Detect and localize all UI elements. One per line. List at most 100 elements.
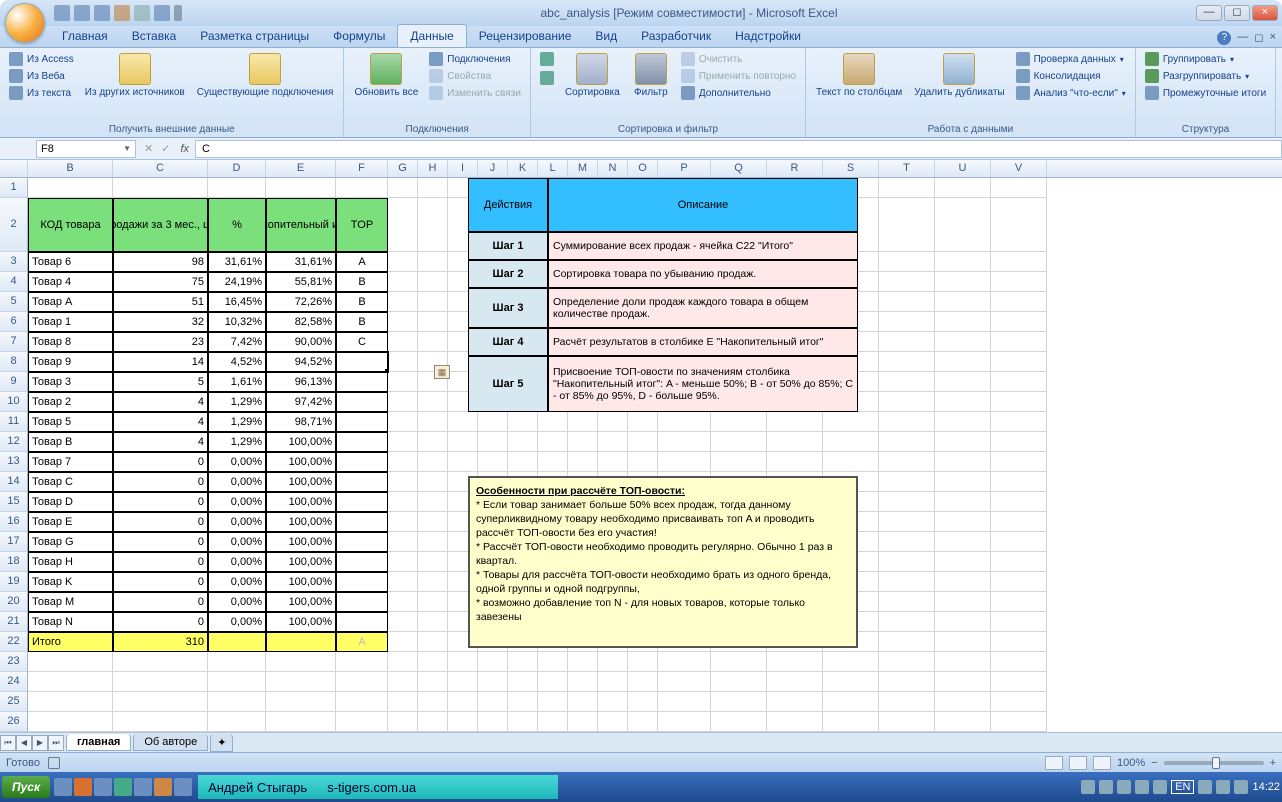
cell[interactable] xyxy=(711,312,767,332)
cell[interactable] xyxy=(28,672,113,692)
cell[interactable] xyxy=(598,632,628,652)
cell[interactable]: 100,00% xyxy=(266,472,336,492)
cell[interactable]: 1,29% xyxy=(208,392,266,412)
row-header[interactable]: 26 xyxy=(0,712,28,732)
cell[interactable] xyxy=(991,252,1047,272)
cell[interactable] xyxy=(538,332,568,352)
cell[interactable] xyxy=(568,452,598,472)
cell[interactable] xyxy=(266,712,336,732)
cell[interactable] xyxy=(478,178,508,198)
cell[interactable] xyxy=(823,178,879,198)
start-button[interactable]: Пуск xyxy=(2,776,50,798)
cell[interactable] xyxy=(336,612,388,632)
cell[interactable]: 1,29% xyxy=(208,432,266,452)
col-O[interactable]: O xyxy=(628,160,658,177)
cell[interactable] xyxy=(568,612,598,632)
doc-restore-icon[interactable]: ◻ xyxy=(1254,31,1263,45)
cell[interactable] xyxy=(336,352,388,372)
cell[interactable] xyxy=(658,352,711,372)
cell[interactable] xyxy=(935,552,991,572)
cell[interactable] xyxy=(336,692,388,712)
cell[interactable] xyxy=(388,292,418,312)
cell[interactable] xyxy=(28,712,113,732)
cancel-icon[interactable]: ✕ xyxy=(140,142,157,155)
cell[interactable] xyxy=(508,512,538,532)
cell[interactable] xyxy=(935,412,991,432)
cell[interactable] xyxy=(448,352,478,372)
remove-dup-button[interactable]: Удалить дубликаты xyxy=(910,51,1008,100)
cell[interactable] xyxy=(991,372,1047,392)
cell[interactable] xyxy=(478,292,508,312)
cell[interactable] xyxy=(658,692,711,712)
cell[interactable] xyxy=(538,392,568,412)
formula-input[interactable]: C xyxy=(195,140,1282,158)
cell[interactable] xyxy=(418,572,448,592)
cell[interactable]: 100,00% xyxy=(266,532,336,552)
cell[interactable] xyxy=(879,292,935,312)
cell[interactable] xyxy=(508,652,538,672)
close-button[interactable]: × xyxy=(1252,5,1278,21)
cell[interactable] xyxy=(266,692,336,712)
cell[interactable] xyxy=(598,572,628,592)
cell[interactable] xyxy=(711,432,767,452)
tray-icon[interactable] xyxy=(1117,780,1131,794)
cell[interactable]: Товар M xyxy=(28,592,113,612)
cell[interactable] xyxy=(823,352,879,372)
cell[interactable] xyxy=(336,452,388,472)
cell[interactable]: Товар N xyxy=(28,612,113,632)
cell[interactable] xyxy=(711,472,767,492)
cell[interactable] xyxy=(568,512,598,532)
cell[interactable] xyxy=(767,272,823,292)
cell[interactable] xyxy=(658,512,711,532)
cell[interactable] xyxy=(388,612,418,632)
cell[interactable] xyxy=(658,712,711,732)
cell[interactable] xyxy=(598,372,628,392)
cell[interactable] xyxy=(991,612,1047,632)
cell[interactable] xyxy=(568,312,598,332)
cell[interactable]: Товар K xyxy=(28,572,113,592)
cell[interactable] xyxy=(448,472,478,492)
cell[interactable] xyxy=(991,392,1047,412)
ungroup-button[interactable]: Разгруппировать▾ xyxy=(1142,68,1269,84)
cell[interactable] xyxy=(658,472,711,492)
sheet-tab-new[interactable]: ✦ xyxy=(210,734,233,752)
cell[interactable] xyxy=(935,472,991,492)
cell[interactable] xyxy=(388,372,418,392)
cell[interactable] xyxy=(628,472,658,492)
cell[interactable] xyxy=(568,432,598,452)
cell[interactable] xyxy=(879,692,935,712)
qat-more-icon[interactable] xyxy=(174,5,182,21)
row-header[interactable]: 6 xyxy=(0,312,28,332)
cell[interactable]: 310 xyxy=(113,632,208,652)
cell[interactable] xyxy=(388,472,418,492)
cell[interactable] xyxy=(598,272,628,292)
cell[interactable]: 0,00% xyxy=(208,452,266,472)
cell[interactable] xyxy=(388,452,418,472)
cell[interactable] xyxy=(418,198,448,252)
col-T[interactable]: T xyxy=(879,160,935,177)
cell[interactable] xyxy=(568,692,598,712)
cell[interactable] xyxy=(823,612,879,632)
cell[interactable] xyxy=(767,312,823,332)
cell[interactable] xyxy=(658,612,711,632)
cell[interactable] xyxy=(879,612,935,632)
cell[interactable] xyxy=(879,592,935,612)
cell[interactable] xyxy=(823,432,879,452)
cell[interactable] xyxy=(478,412,508,432)
ql-icon[interactable] xyxy=(114,778,132,796)
cell[interactable] xyxy=(658,292,711,312)
cell[interactable] xyxy=(935,592,991,612)
cell[interactable] xyxy=(568,532,598,552)
cell[interactable] xyxy=(935,652,991,672)
cell[interactable] xyxy=(658,432,711,452)
from-access-button[interactable]: Из Access xyxy=(6,51,77,67)
cell[interactable] xyxy=(598,512,628,532)
cell[interactable] xyxy=(388,178,418,198)
cell[interactable] xyxy=(991,532,1047,552)
cell[interactable] xyxy=(935,532,991,552)
cell[interactable] xyxy=(767,292,823,312)
sheet-tab-author[interactable]: Об авторе xyxy=(133,734,208,751)
data-valid-button[interactable]: Проверка данных▾ xyxy=(1013,51,1129,67)
cell[interactable] xyxy=(448,592,478,612)
cell[interactable] xyxy=(823,332,879,352)
